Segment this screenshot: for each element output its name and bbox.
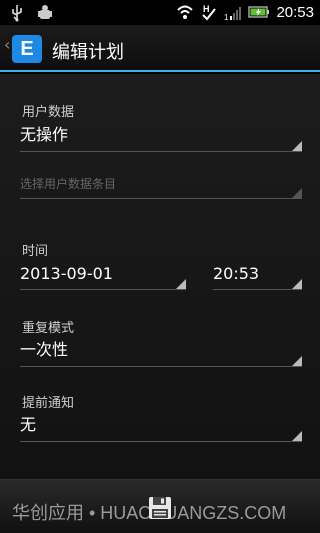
h-signal-icon: H [202,4,217,21]
repeat-mode-label: 重复模式 [22,321,75,336]
user-data-label: 用户数据 [22,105,75,120]
time-label: 时间 [22,244,49,259]
usb-icon [12,5,22,22]
user-data-spinner[interactable]: 无操作 [20,122,302,152]
dropdown-arrow-icon [292,431,302,441]
clock: 20:53 [276,3,314,21]
back-chevron-icon[interactable]: ‹ [4,35,10,54]
time-spinner[interactable]: 20:53 [213,260,302,290]
svg-text:1: 1 [224,13,229,21]
advance-notice-value: 无 [20,415,37,434]
time-value: 20:53 [213,264,260,283]
dropdown-arrow-icon [292,356,302,366]
user-data-value: 无操作 [20,125,69,144]
status-bar: H 1 20:53 [0,0,320,25]
signal-bars-icon: 1 [224,7,242,21]
android-debug-icon [38,5,52,19]
wifi-icon [177,5,194,19]
bottom-action-bar: 华创应用 • HUACHUANGZS.COM [0,479,320,533]
save-icon[interactable] [147,495,173,521]
repeat-mode-value: 一次性 [20,340,69,359]
date-spinner[interactable]: 2013-09-01 [20,260,186,290]
dropdown-arrow-icon [292,188,302,198]
edit-plan-form: 用户数据 无操作 选择用户数据条目 时间 2013-09-01 20:53 重复… [0,74,320,479]
action-bar: ‹ E 编辑计划 [0,25,320,72]
page-title: 编辑计划 [52,42,124,63]
user-data-item-placeholder: 选择用户数据条目 [20,177,117,191]
repeat-mode-spinner[interactable]: 一次性 [20,337,302,367]
user-data-item-spinner: 选择用户数据条目 [20,172,302,199]
advance-notice-spinner[interactable]: 无 [20,412,302,442]
date-value: 2013-09-01 [20,264,113,283]
advance-notice-label: 提前通知 [22,396,75,411]
battery-charging-icon [248,6,270,18]
svg-text:H: H [203,4,210,14]
app-logo[interactable]: E [12,35,42,63]
dropdown-arrow-icon [292,279,302,289]
dropdown-arrow-icon [292,141,302,151]
dropdown-arrow-icon [176,279,186,289]
